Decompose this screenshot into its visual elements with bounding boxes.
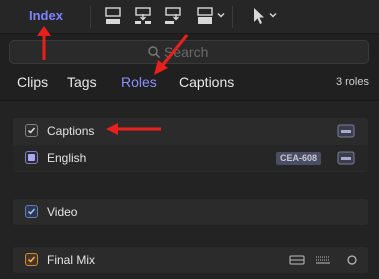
english-subrole-checkbox[interactable] bbox=[25, 151, 38, 164]
select-tool-icon bbox=[254, 8, 264, 24]
role-group-captions: Captions English CEA-608 bbox=[13, 118, 368, 172]
chevron-down-icon bbox=[217, 13, 225, 18]
connect-clip-icon bbox=[105, 7, 121, 24]
focus-role-icon[interactable] bbox=[343, 253, 361, 267]
caption-lane-icon[interactable] bbox=[337, 124, 355, 138]
toolbar-divider bbox=[90, 6, 91, 28]
tab-clips[interactable]: Clips bbox=[17, 74, 48, 90]
checkmark-icon bbox=[27, 127, 36, 134]
tab-roles[interactable]: Roles bbox=[121, 74, 157, 90]
tab-tags[interactable]: Tags bbox=[67, 74, 97, 90]
role-row-final-mix[interactable]: Final Mix bbox=[13, 247, 368, 273]
role-label: Video bbox=[47, 205, 78, 219]
checkmark-icon bbox=[27, 256, 36, 263]
insert-clip-button[interactable] bbox=[133, 6, 153, 26]
insert-clip-icon bbox=[135, 7, 151, 24]
role-row-video[interactable]: Video bbox=[13, 199, 368, 225]
chevron-down-icon bbox=[269, 13, 277, 18]
roles-count: 3 roles bbox=[335, 76, 369, 88]
overwrite-clip-icon bbox=[197, 7, 213, 24]
tool-options-dropdown[interactable] bbox=[268, 10, 278, 20]
toolbar: Index bbox=[0, 0, 379, 34]
overwrite-clip-button[interactable] bbox=[195, 6, 215, 26]
checkmark-icon bbox=[27, 208, 36, 215]
role-group-video: Video bbox=[13, 199, 368, 225]
final-mix-role-checkbox[interactable] bbox=[25, 253, 38, 266]
subrole-label: English bbox=[47, 151, 87, 165]
role-label: Captions bbox=[47, 124, 95, 138]
search-field[interactable] bbox=[9, 40, 369, 64]
subrole-row-english[interactable]: English CEA-608 bbox=[13, 145, 368, 171]
index-button[interactable]: Index bbox=[29, 8, 63, 23]
search-icon bbox=[147, 45, 161, 59]
captions-role-checkbox[interactable] bbox=[25, 124, 38, 137]
caption-lane-icon[interactable] bbox=[337, 151, 355, 165]
roles-list: Captions English CEA-608 Video Final Mix bbox=[0, 100, 379, 279]
audio-lane-icon[interactable] bbox=[288, 253, 306, 267]
edit-options-dropdown[interactable] bbox=[216, 10, 226, 20]
append-clip-icon bbox=[165, 7, 181, 24]
tab-captions[interactable]: Captions bbox=[179, 74, 234, 90]
waveform-icon[interactable] bbox=[314, 253, 332, 267]
select-tool-button[interactable] bbox=[249, 6, 269, 26]
index-tabs: Clips Tags Roles Captions 3 roles bbox=[0, 68, 379, 98]
search-input[interactable] bbox=[164, 43, 344, 61]
caption-format-badge: CEA-608 bbox=[276, 152, 322, 165]
role-label: Final Mix bbox=[47, 253, 96, 267]
role-row-captions[interactable]: Captions bbox=[13, 118, 368, 144]
toolbar-divider bbox=[232, 6, 233, 28]
append-clip-button[interactable] bbox=[163, 6, 183, 26]
connect-clip-button[interactable] bbox=[103, 6, 123, 26]
role-group-final-mix: Final Mix bbox=[13, 247, 368, 273]
video-role-checkbox[interactable] bbox=[25, 205, 38, 218]
